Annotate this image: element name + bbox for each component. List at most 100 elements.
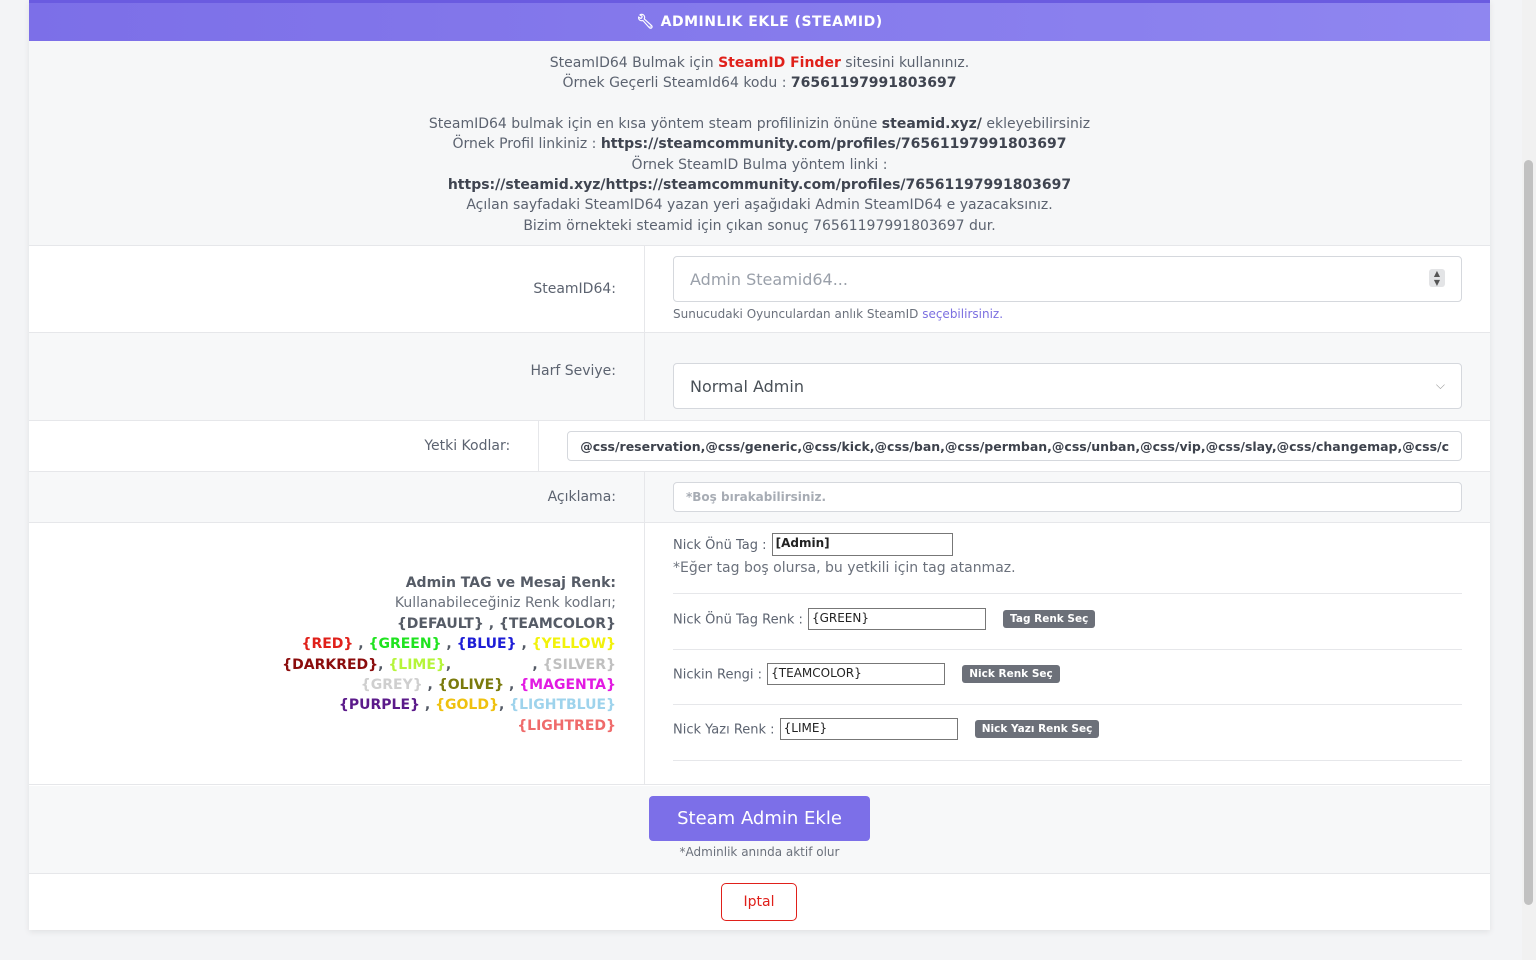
color-line-1: {DEFAULT} , {TEAMCOLOR}: [396, 615, 616, 632]
info-line-4: Örnek Profil linkiniz : https://steamcom…: [29, 134, 1490, 154]
color-line-4: {GREY} , {OLIVE} , {MAGENTA}: [360, 677, 616, 694]
level-row: Harf Seviye: Normal Admin ⌵: [29, 333, 1490, 421]
permissions-input[interactable]: @css/reservation,@css/generic,@css/kick,…: [567, 431, 1462, 461]
text-color-group: Nick Yazı Renk : {LIME} Nick Yazı Renk S…: [673, 718, 1100, 740]
color-lightblue: {LIGHTBLUE}: [509, 697, 616, 714]
color-line-5: {PURPLE} , {GOLD}, {LIGHTBLUE}: [338, 697, 616, 714]
color-magenta: {MAGENTA}: [519, 677, 616, 694]
permissions-field-wrap: @css/reservation,@css/generic,@css/kick,…: [539, 421, 1490, 471]
level-select[interactable]: Normal Admin ⌵: [673, 363, 1462, 409]
color-codes-list: Admin TAG ve Mesaj Renk: Kullanabileceği…: [282, 573, 616, 736]
divider: [673, 649, 1462, 650]
color-default: {DEFAULT}: [396, 615, 484, 632]
submit-button[interactable]: Steam Admin Ekle: [649, 796, 870, 841]
tag-color-group: Nick Önü Tag Renk : {GREEN} Tag Renk Seç: [673, 608, 1096, 630]
info-line-6: https://steamid.xyz/https://steamcommuni…: [29, 175, 1490, 195]
description-row: Açıklama: *Boş bırakabilirsiniz.: [29, 472, 1490, 523]
color-line-3: {DARKRED}, {LIME}, {WHITE} , {SILVER}: [282, 656, 616, 673]
select-player-link[interactable]: seçebilirsiniz.: [922, 307, 1003, 321]
scrollbar-thumb[interactable]: [1524, 160, 1533, 905]
steamid-input[interactable]: Admin Steamid64... ▲ ▼: [673, 256, 1462, 302]
chevron-down-icon: ⌵: [1435, 378, 1445, 392]
steamid-field-wrap: Admin Steamid64... ▲ ▼ Sunucudaki Oyuncul…: [645, 246, 1490, 332]
color-line-2: {RED} , {GREEN} , {BLUE} , {YELLOW}: [301, 636, 617, 653]
level-field-wrap: Normal Admin ⌵: [645, 333, 1490, 420]
info-text: ekleyebilirsiniz: [981, 115, 1091, 132]
nick-tag-note: *Eğer tag boş olursa, bu yetkili için ta…: [673, 560, 1016, 576]
permissions-row: Yetki Kodlar: @css/reservation,@css/gene…: [29, 421, 1490, 472]
example-steamid: 76561197991803697: [790, 75, 957, 92]
divider: [673, 593, 1462, 594]
example-method-link: https://steamcommunity.com/profiles/7656…: [605, 177, 1072, 194]
info-line-2: Örnek Geçerli SteamId64 kodu : 765611979…: [29, 73, 1490, 93]
info-bold: steamid.xyz/: [881, 115, 982, 132]
level-selected-value: Normal Admin: [690, 376, 804, 396]
info-line-8: Bizim örnekteki steamid için çıkan sonuç…: [523, 217, 996, 234]
nick-color-group: Nickin Rengi : {TEAMCOLOR} Nick Renk Seç: [673, 663, 1060, 685]
example-profile-link: https://steamcommunity.com/profiles/7656…: [600, 136, 1067, 153]
color-teamcolor: {TEAMCOLOR}: [498, 615, 616, 632]
color-grey: {GREY}: [360, 677, 423, 694]
tag-color-button[interactable]: Tag Renk Seç: [1003, 610, 1096, 628]
tag-color-label: Nick Önü Tag Renk :: [673, 612, 803, 628]
color-lime: {LIME}: [388, 656, 446, 673]
color-white: {WHITE}: [456, 656, 528, 673]
tag-row: Admin TAG ve Mesaj Renk: Kullanabileceği…: [29, 523, 1490, 785]
text-color-button[interactable]: Nick Yazı Renk Seç: [974, 720, 1100, 738]
steamid-hint: Sunucudaki Oyunculardan anlık SteamID se…: [673, 307, 1462, 321]
info-line-3: SteamID64 bulmak için en kısa yöntem ste…: [29, 114, 1490, 134]
wrench-icon: 🔧︎: [636, 14, 655, 30]
nick-tag-group: Nick Önü Tag : [Admin] *Eğer tag boş olu…: [673, 533, 1016, 576]
nick-tag-label: Nick Önü Tag :: [673, 538, 767, 553]
tag-subtitle: Kullanabileceğiniz Renk kodları;: [394, 595, 616, 612]
card-header: 🔧︎ ADMINLIK EKLE (STEAMID): [29, 0, 1490, 41]
divider: [673, 704, 1462, 705]
divider: [673, 760, 1462, 761]
text-color-label: Nick Yazı Renk :: [673, 722, 775, 738]
hint-text: Sunucudaki Oyunculardan anlık SteamID: [673, 307, 923, 321]
nick-color-input[interactable]: {TEAMCOLOR}: [767, 663, 946, 685]
steamid-finder-link[interactable]: SteamID Finder: [718, 55, 841, 71]
info-text: SteamID64 Bulmak için: [549, 55, 719, 71]
permissions-value: @css/reservation,@css/generic,@css/kick,…: [580, 438, 1449, 454]
text-color-input[interactable]: {LIME}: [779, 718, 958, 740]
tag-title: Admin TAG ve Mesaj Renk:: [405, 575, 616, 591]
color-gold: {GOLD}: [435, 697, 499, 714]
color-green: {GREEN}: [368, 636, 442, 653]
description-input[interactable]: *Boş bırakabilirsiniz.: [673, 482, 1462, 512]
info-line-5: Örnek SteamID Bulma yöntem linki :: [631, 156, 888, 173]
info-text: Örnek Profil linkiniz :: [452, 136, 601, 153]
description-field-wrap: *Boş bırakabilirsiniz.: [645, 472, 1490, 522]
info-text: SteamID64 bulmak için en kısa yöntem ste…: [428, 115, 882, 132]
steamid-placeholder: Admin Steamid64...: [690, 269, 848, 289]
color-darkred: {DARKRED}: [282, 656, 379, 673]
tag-color-input[interactable]: {GREEN}: [807, 608, 986, 630]
card-title: ADMINLIK EKLE (STEAMID): [660, 14, 883, 30]
level-label: Harf Seviye:: [29, 333, 645, 420]
steamid-row: SteamID64: Admin Steamid64... ▲ ▼ Sunucud…: [29, 246, 1490, 333]
cancel-button[interactable]: Iptal: [721, 883, 797, 921]
description-placeholder: *Boş bırakabilirsiniz.: [686, 490, 827, 504]
tag-fields: Nick Önü Tag : [Admin] *Eğer tag boş olu…: [645, 523, 1490, 784]
color-red: {RED}: [301, 636, 354, 653]
color-silver: {SILVER}: [542, 656, 616, 673]
nick-color-label: Nickin Rengi :: [673, 667, 763, 683]
nick-color-button[interactable]: Nick Renk Seç: [962, 665, 1060, 683]
color-blue: {BLUE}: [456, 636, 517, 653]
steamid-label: SteamID64:: [29, 246, 645, 332]
steamid-xyz-link[interactable]: https://steamid.xyz/: [448, 177, 606, 193]
nick-tag-input[interactable]: [Admin]: [771, 533, 953, 556]
submit-note: *Adminlik anında aktif olur: [679, 845, 840, 859]
color-lightred: {LIGHTRED}: [517, 717, 616, 734]
info-line-7: Açılan sayfadaki SteamID64 yazan yeri aş…: [466, 197, 1053, 214]
admin-add-card: 🔧︎ ADMINLIK EKLE (STEAMID) SteamID64 Bul…: [29, 0, 1490, 930]
color-yellow: {YELLOW}: [531, 636, 616, 653]
info-text: Örnek Geçerli SteamId64 kodu :: [562, 75, 791, 92]
info-text: sitesini kullanınız.: [840, 55, 970, 71]
description-label: Açıklama:: [29, 472, 645, 522]
color-olive: {OLIVE}: [437, 677, 505, 694]
tag-colors-legend: Admin TAG ve Mesaj Renk: Kullanabileceği…: [29, 523, 645, 784]
permissions-label: Yetki Kodlar:: [29, 421, 540, 471]
number-stepper-icon[interactable]: ▲ ▼: [1429, 269, 1445, 287]
